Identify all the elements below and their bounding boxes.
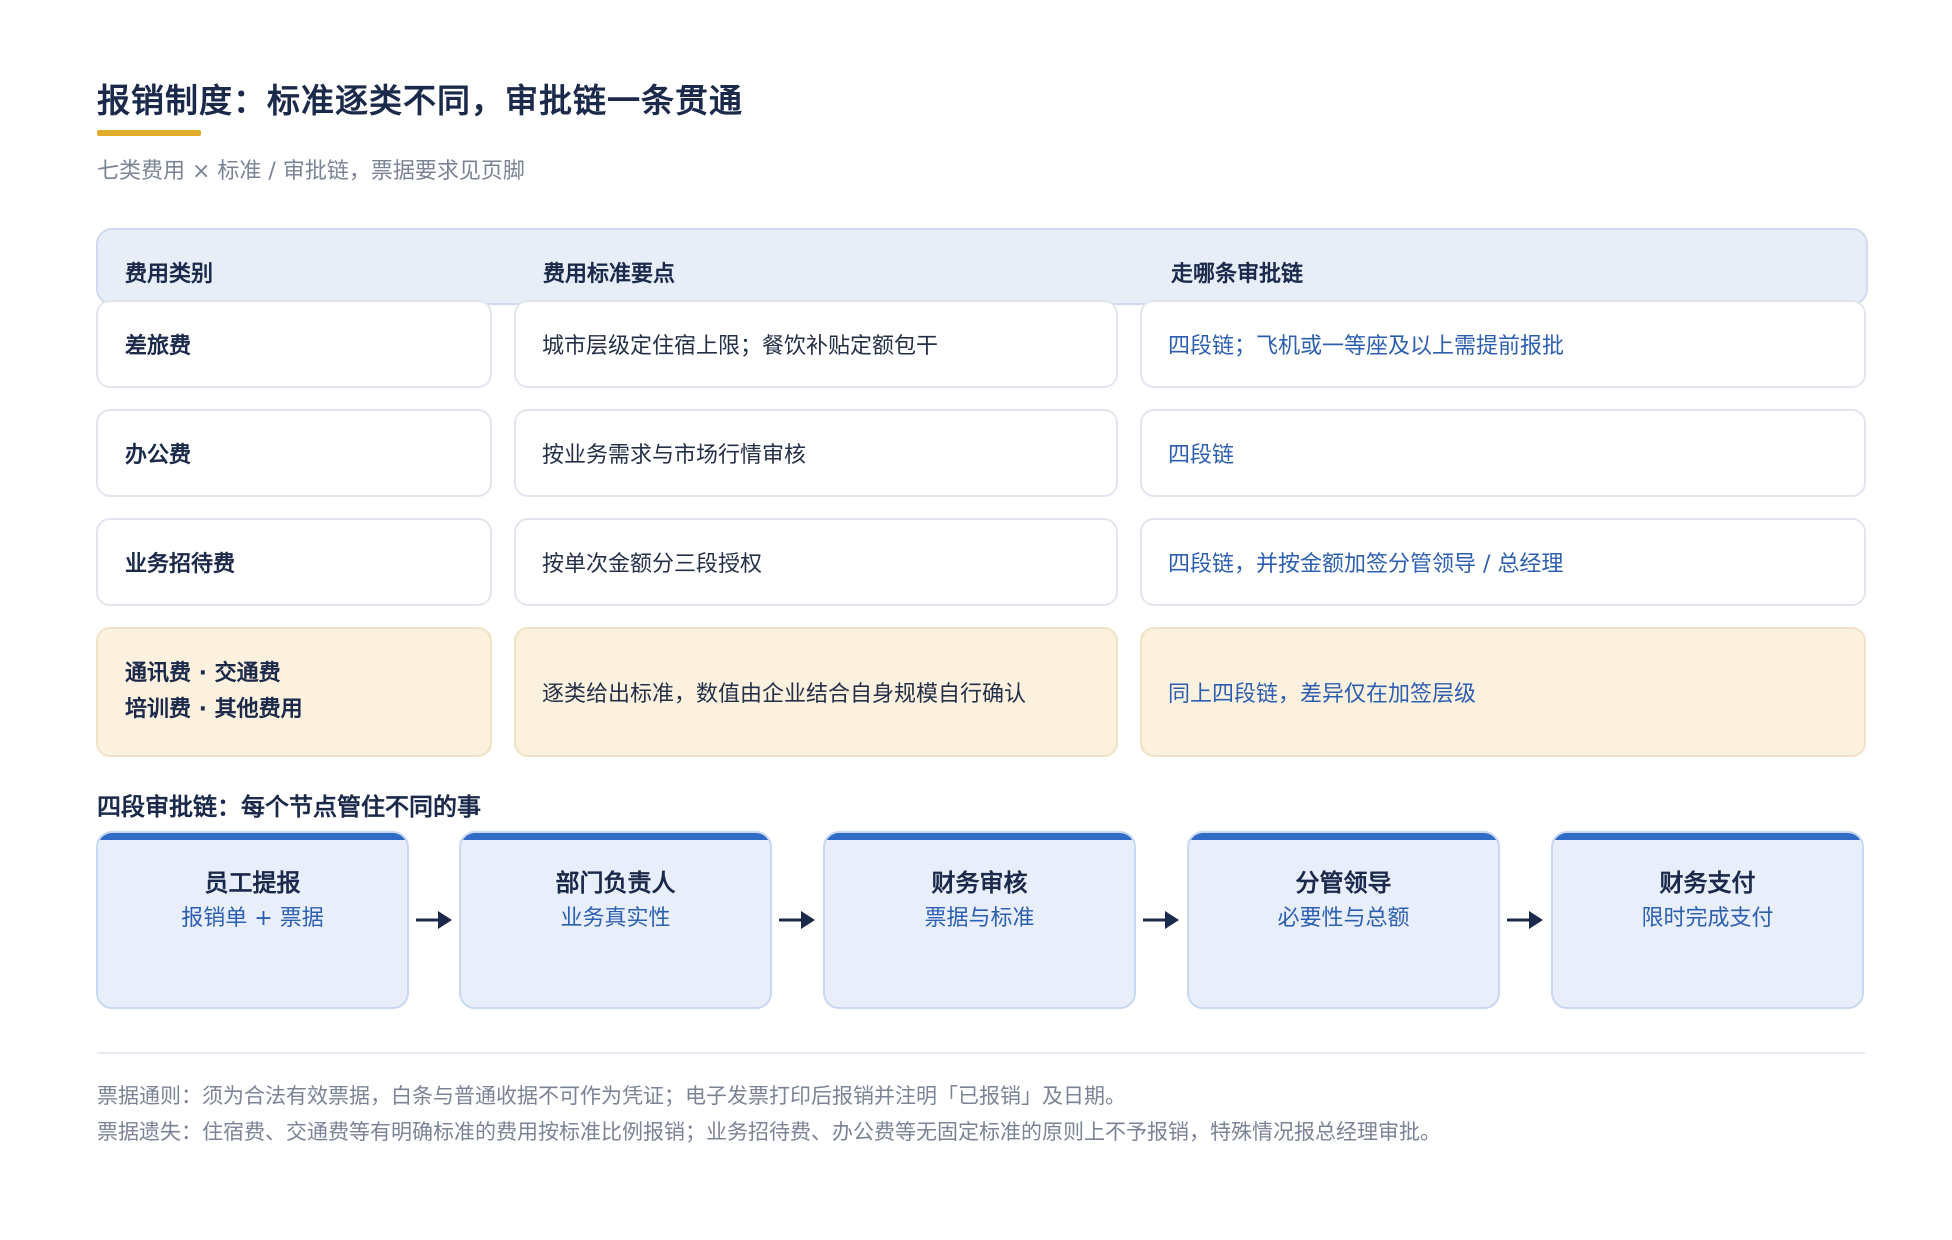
flow-step-payment: 财务支付 限时完成支付 xyxy=(1551,831,1864,1009)
category-line-1: 通讯费 · 交通费 xyxy=(125,661,281,686)
flow-step-finance-review: 财务审核 票据与标准 xyxy=(823,831,1136,1009)
title-underline xyxy=(97,130,201,136)
table-row-category: 差旅费 xyxy=(96,300,492,388)
table-row-category: 业务招待费 xyxy=(96,518,492,606)
footer-divider xyxy=(97,1052,1865,1054)
header-category: 费用类别 xyxy=(125,262,214,287)
table-row-chain: 四段链，并按金额加签分管领导 / 总经理 xyxy=(1140,518,1866,606)
step-desc: 限时完成支付 xyxy=(1641,906,1774,931)
footer-note-lost-receipts: 票据遗失：住宿费、交通费等有明确标准的费用按标准比例报销；业务招待费、办公费等无… xyxy=(97,1120,1441,1144)
category-line-2: 培训费 · 其他费用 xyxy=(125,697,303,722)
flow-step-division-leader: 分管领导 必要性与总额 xyxy=(1187,831,1500,1009)
step-title: 部门负责人 xyxy=(555,869,676,897)
arrow-right-icon xyxy=(1507,911,1543,929)
flow-title: 四段审批链：每个节点管住不同的事 xyxy=(97,793,481,821)
step-title: 财务支付 xyxy=(1659,869,1756,897)
table-row-category: 办公费 xyxy=(96,409,492,497)
step-topbar xyxy=(1553,833,1862,840)
table-row-chain: 四段链 xyxy=(1140,409,1866,497)
table-row-standard: 按单次金额分三段授权 xyxy=(514,518,1118,606)
table-row-chain: 四段链；飞机或一等座及以上需提前报批 xyxy=(1140,300,1866,388)
step-title: 员工提报 xyxy=(204,869,301,897)
step-title: 分管领导 xyxy=(1295,869,1392,897)
page: 报销制度：标准逐类不同，审批链一条贯通 七类费用 × 标准 / 审批链，票据要求… xyxy=(0,0,1952,1240)
step-desc: 报销单 + 票据 xyxy=(181,906,324,931)
page-subtitle: 七类费用 × 标准 / 审批链，票据要求见页脚 xyxy=(97,159,525,184)
step-topbar xyxy=(1189,833,1498,840)
page-title: 报销制度：标准逐类不同，审批链一条贯通 xyxy=(97,81,743,120)
step-desc: 票据与标准 xyxy=(924,906,1035,931)
flow-step-submit: 员工提报 报销单 + 票据 xyxy=(96,831,409,1009)
table-row-standard: 逐类给出标准，数值由企业结合自身规模自行确认 xyxy=(514,627,1118,757)
arrow-right-icon xyxy=(1143,911,1179,929)
arrow-right-icon xyxy=(416,911,452,929)
header-chain: 走哪条审批链 xyxy=(1171,262,1304,287)
step-desc: 业务真实性 xyxy=(560,906,671,931)
step-title: 财务审核 xyxy=(931,869,1028,897)
table-header: 费用类别 费用标准要点 走哪条审批链 xyxy=(96,228,1868,305)
step-topbar xyxy=(825,833,1134,840)
table-row-chain: 同上四段链，差异仅在加签层级 xyxy=(1140,627,1866,757)
table-row-standard: 城市层级定住宿上限；餐饮补贴定额包干 xyxy=(514,300,1118,388)
flow-step-dept-head: 部门负责人 业务真实性 xyxy=(459,831,772,1009)
arrow-right-icon xyxy=(779,911,815,929)
step-topbar xyxy=(98,833,407,840)
step-desc: 必要性与总额 xyxy=(1277,906,1410,931)
table-row-standard: 按业务需求与市场行情审核 xyxy=(514,409,1118,497)
step-topbar xyxy=(461,833,770,840)
table-row-category: 通讯费 · 交通费 培训费 · 其他费用 xyxy=(96,627,492,757)
header-standard: 费用标准要点 xyxy=(543,262,676,287)
footer-note-receipts: 票据通则：须为合法有效票据，白条与普通收据不可作为凭证；电子发票打印后报销并注明… xyxy=(97,1084,1126,1108)
